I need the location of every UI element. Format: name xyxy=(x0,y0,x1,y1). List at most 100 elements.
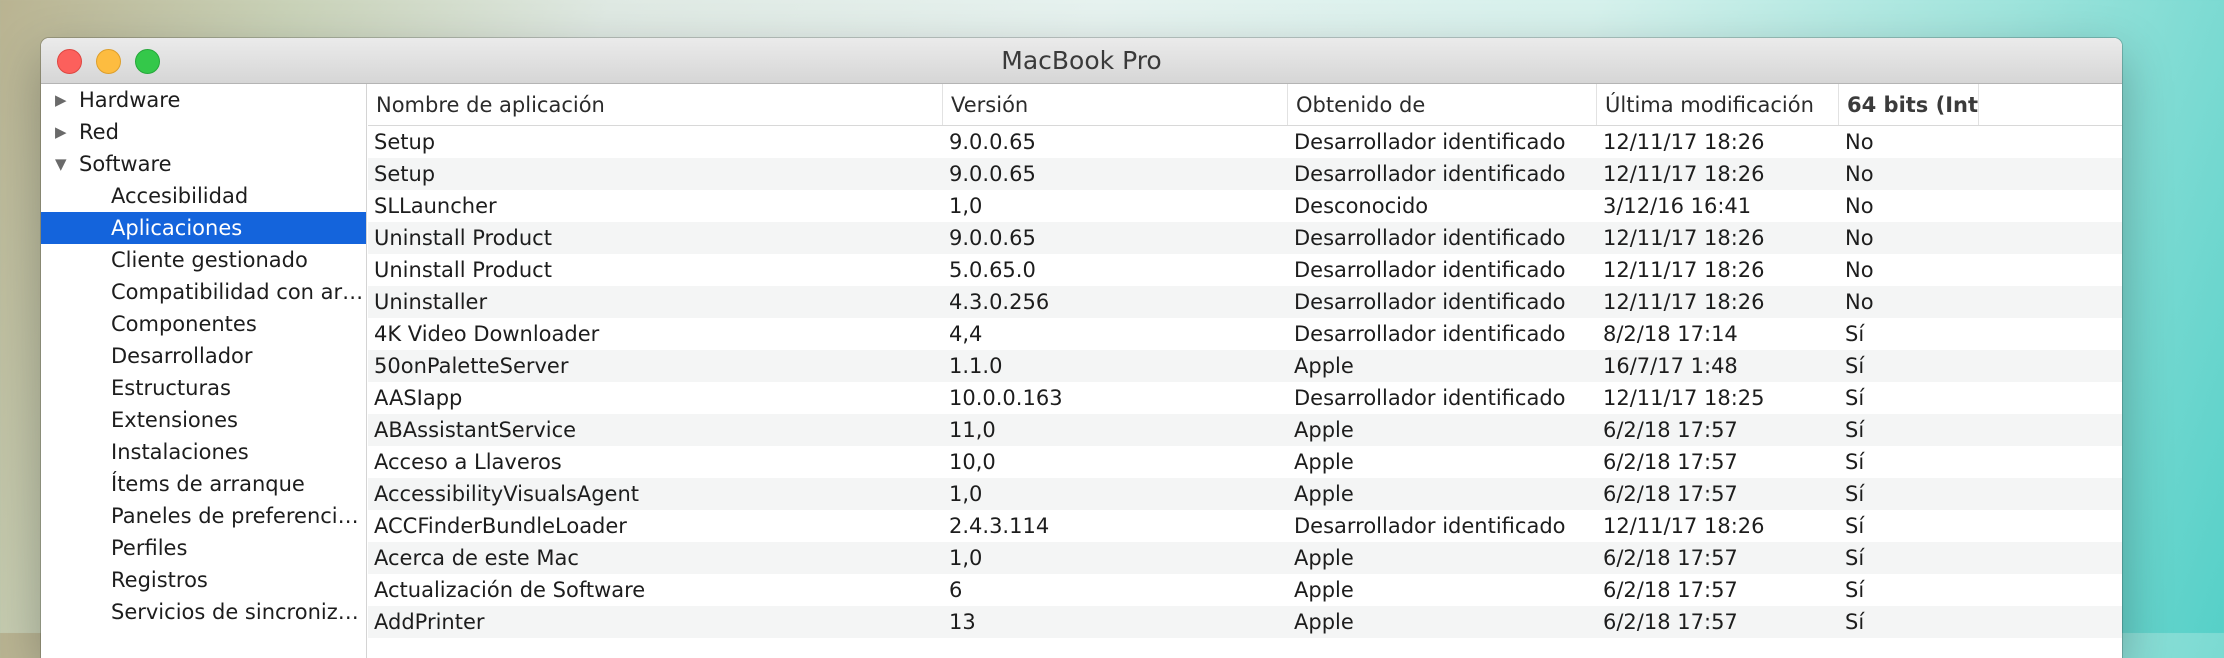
title-bar[interactable]: MacBook Pro xyxy=(41,38,2122,84)
sidebar-item[interactable]: Componentes xyxy=(41,308,366,340)
table-row[interactable]: Actualización de Software 6 Apple 6/2/18 17… xyxy=(368,574,2122,606)
sidebar-item[interactable]: ▶ Red xyxy=(41,116,366,148)
applications-table: Nombre de aplicación Versión Obtenido de Úl… xyxy=(368,84,2122,658)
sidebar-item[interactable]: ▼ Software xyxy=(41,148,366,180)
table-cell: Sí xyxy=(1845,354,1865,378)
column-header[interactable]: Obtenido de xyxy=(1288,84,1597,125)
disclosure-collapsed-icon[interactable]: ▶ xyxy=(55,84,71,116)
table-cell: 6/2/18 17:57 xyxy=(1603,578,1738,602)
sidebar-item[interactable]: Registros xyxy=(41,564,366,596)
table-row[interactable]: Setup 9.0.0.65 Desarrollador identificado 1… xyxy=(368,126,2122,158)
table-cell: 1,0 xyxy=(949,194,983,218)
table-cell: No xyxy=(1845,162,1874,186)
sidebar-item[interactable]: Compatibilidad con ar… xyxy=(41,276,366,308)
sidebar-item[interactable]: Ítems de arranque xyxy=(41,468,366,500)
sidebar-item-label: Paneles de preferenci… xyxy=(111,504,359,528)
table-cell: Apple xyxy=(1294,418,1354,442)
sidebar-item[interactable]: ▶ Hardware xyxy=(41,84,366,116)
sidebar-item-label: Ítems de arranque xyxy=(111,472,305,496)
disclosure-collapsed-icon[interactable]: ▶ xyxy=(55,116,71,148)
table-cell: 9.0.0.65 xyxy=(949,162,1036,186)
table-row[interactable]: Acerca de este Mac 1,0 Apple 6/2/18 17:57 Sí xyxy=(368,542,2122,574)
table-cell: 12/11/17 18:26 xyxy=(1603,226,1765,250)
table-row[interactable]: SLLauncher 1,0 Desconocido 3/12/16 16:41 No xyxy=(368,190,2122,222)
table-cell: Apple xyxy=(1294,546,1354,570)
table-cell: No xyxy=(1845,258,1874,282)
table-cell: Setup xyxy=(374,130,436,154)
table-cell: Apple xyxy=(1294,578,1354,602)
table-row[interactable]: Uninstaller 4.3.0.256 Desarrollador identi… xyxy=(368,286,2122,318)
sidebar-item[interactable]: Cliente gestionado xyxy=(41,244,366,276)
sidebar-item-label: Perfiles xyxy=(111,536,188,560)
sidebar-item-label: Estructuras xyxy=(111,376,231,400)
table-cell: 9.0.0.65 xyxy=(949,130,1036,154)
table-cell: 6 xyxy=(949,578,963,602)
table-cell: 4,4 xyxy=(949,322,983,346)
table-cell: 2.4.3.114 xyxy=(949,514,1050,538)
sidebar-item[interactable]: Extensiones xyxy=(41,404,366,436)
table-cell: 1.1.0 xyxy=(949,354,1003,378)
table-row[interactable]: 50onPaletteServer 1.1.0 Apple 16/7/17 1:48 S… xyxy=(368,350,2122,382)
table-cell: Sí xyxy=(1845,514,1865,538)
column-header[interactable]: Nombre de aplicación xyxy=(368,84,943,125)
table-cell: AddPrinter xyxy=(374,610,485,634)
table-cell: Setup xyxy=(374,162,436,186)
table-cell: 4K Video Downloader xyxy=(374,322,600,346)
table-cell: No xyxy=(1845,130,1874,154)
table-cell: Desarrollador identificado xyxy=(1294,258,1566,282)
table-cell: Uninstall Product xyxy=(374,226,552,250)
table-cell: 6/2/18 17:57 xyxy=(1603,482,1738,506)
table-cell: Actualización de Software xyxy=(374,578,646,602)
sidebar-item[interactable]: Aplicaciones xyxy=(41,212,366,244)
sidebar-item[interactable]: Instalaciones xyxy=(41,436,366,468)
table-cell: Desarrollador identificado xyxy=(1294,322,1566,346)
table-cell: 50onPaletteServer xyxy=(374,354,569,378)
table-cell: No xyxy=(1845,226,1874,250)
table-cell: 1,0 xyxy=(949,482,983,506)
column-header-label: Obtenido de xyxy=(1296,93,1426,117)
sidebar-item-label: Aplicaciones xyxy=(111,216,243,240)
table-row[interactable]: ACCFinderBundleLoader 2.4.3.114 Desarrolla… xyxy=(368,510,2122,542)
table-header: Nombre de aplicación Versión Obtenido de Úl… xyxy=(368,84,2122,126)
table-row[interactable]: AccessibilityVisualsAgent 1,0 Apple 6/2/18 … xyxy=(368,478,2122,510)
table-row[interactable]: Setup 9.0.0.65 Desarrollador identificado 1… xyxy=(368,158,2122,190)
sidebar-item-label: Componentes xyxy=(111,312,257,336)
table-cell: 6/2/18 17:57 xyxy=(1603,610,1738,634)
disclosure-expanded-icon[interactable]: ▼ xyxy=(55,148,71,180)
sidebar-item[interactable]: Servicios de sincroniz… xyxy=(41,596,366,628)
table-row[interactable]: Acceso a Llaveros 10,0 Apple 6/2/18 17:57 Sí xyxy=(368,446,2122,478)
column-header-label: Última modificación xyxy=(1605,93,1814,117)
table-row[interactable]: AddPrinter 13 Apple 6/2/18 17:57 Sí xyxy=(368,606,2122,638)
sidebar-item[interactable]: Perfiles xyxy=(41,532,366,564)
table-cell: 1,0 xyxy=(949,546,983,570)
table-cell: 6/2/18 17:57 xyxy=(1603,546,1738,570)
table-cell: Desarrollador identificado xyxy=(1294,130,1566,154)
sidebar-item[interactable]: Paneles de preferenci… xyxy=(41,500,366,532)
table-cell: Acerca de este Mac xyxy=(374,546,579,570)
table-row[interactable]: Uninstall Product 9.0.0.65 Desarrollador i… xyxy=(368,222,2122,254)
table-cell: ACCFinderBundleLoader xyxy=(374,514,627,538)
table-row[interactable]: ABAssistantService 11,0 Apple 6/2/18 17:57 S… xyxy=(368,414,2122,446)
table-cell: 12/11/17 18:26 xyxy=(1603,258,1765,282)
sidebar-item[interactable]: Estructuras xyxy=(41,372,366,404)
column-header[interactable]: 64 bits (Int…︿ xyxy=(1839,84,1979,125)
sidebar-item[interactable]: Desarrollador xyxy=(41,340,366,372)
table-cell: Apple xyxy=(1294,450,1354,474)
table-cell: 16/7/17 1:48 xyxy=(1603,354,1738,378)
sidebar-item[interactable]: Accesibilidad xyxy=(41,180,366,212)
table-cell: Desarrollador identificado xyxy=(1294,226,1566,250)
table-cell: 12/11/17 18:26 xyxy=(1603,130,1765,154)
table-cell: 12/11/17 18:25 xyxy=(1603,386,1765,410)
table-cell: ABAssistantService xyxy=(374,418,577,442)
table-row[interactable]: 4K Video Downloader 4,4 Desarrollador iden… xyxy=(368,318,2122,350)
table-cell: 6/2/18 17:57 xyxy=(1603,450,1738,474)
table-row[interactable]: Uninstall Product 5.0.65.0 Desarrollador i… xyxy=(368,254,2122,286)
table-cell: Sí xyxy=(1845,322,1865,346)
table-cell: Sí xyxy=(1845,610,1865,634)
table-row[interactable]: AASIapp 10.0.0.163 Desarrollador identific… xyxy=(368,382,2122,414)
sidebar-item-label: Accesibilidad xyxy=(111,184,249,208)
column-header[interactable]: Versión xyxy=(943,84,1288,125)
table-cell: 10.0.0.163 xyxy=(949,386,1063,410)
column-header[interactable]: Última modificación xyxy=(1597,84,1839,125)
sidebar-item-label: Compatibilidad con ar… xyxy=(111,280,364,304)
